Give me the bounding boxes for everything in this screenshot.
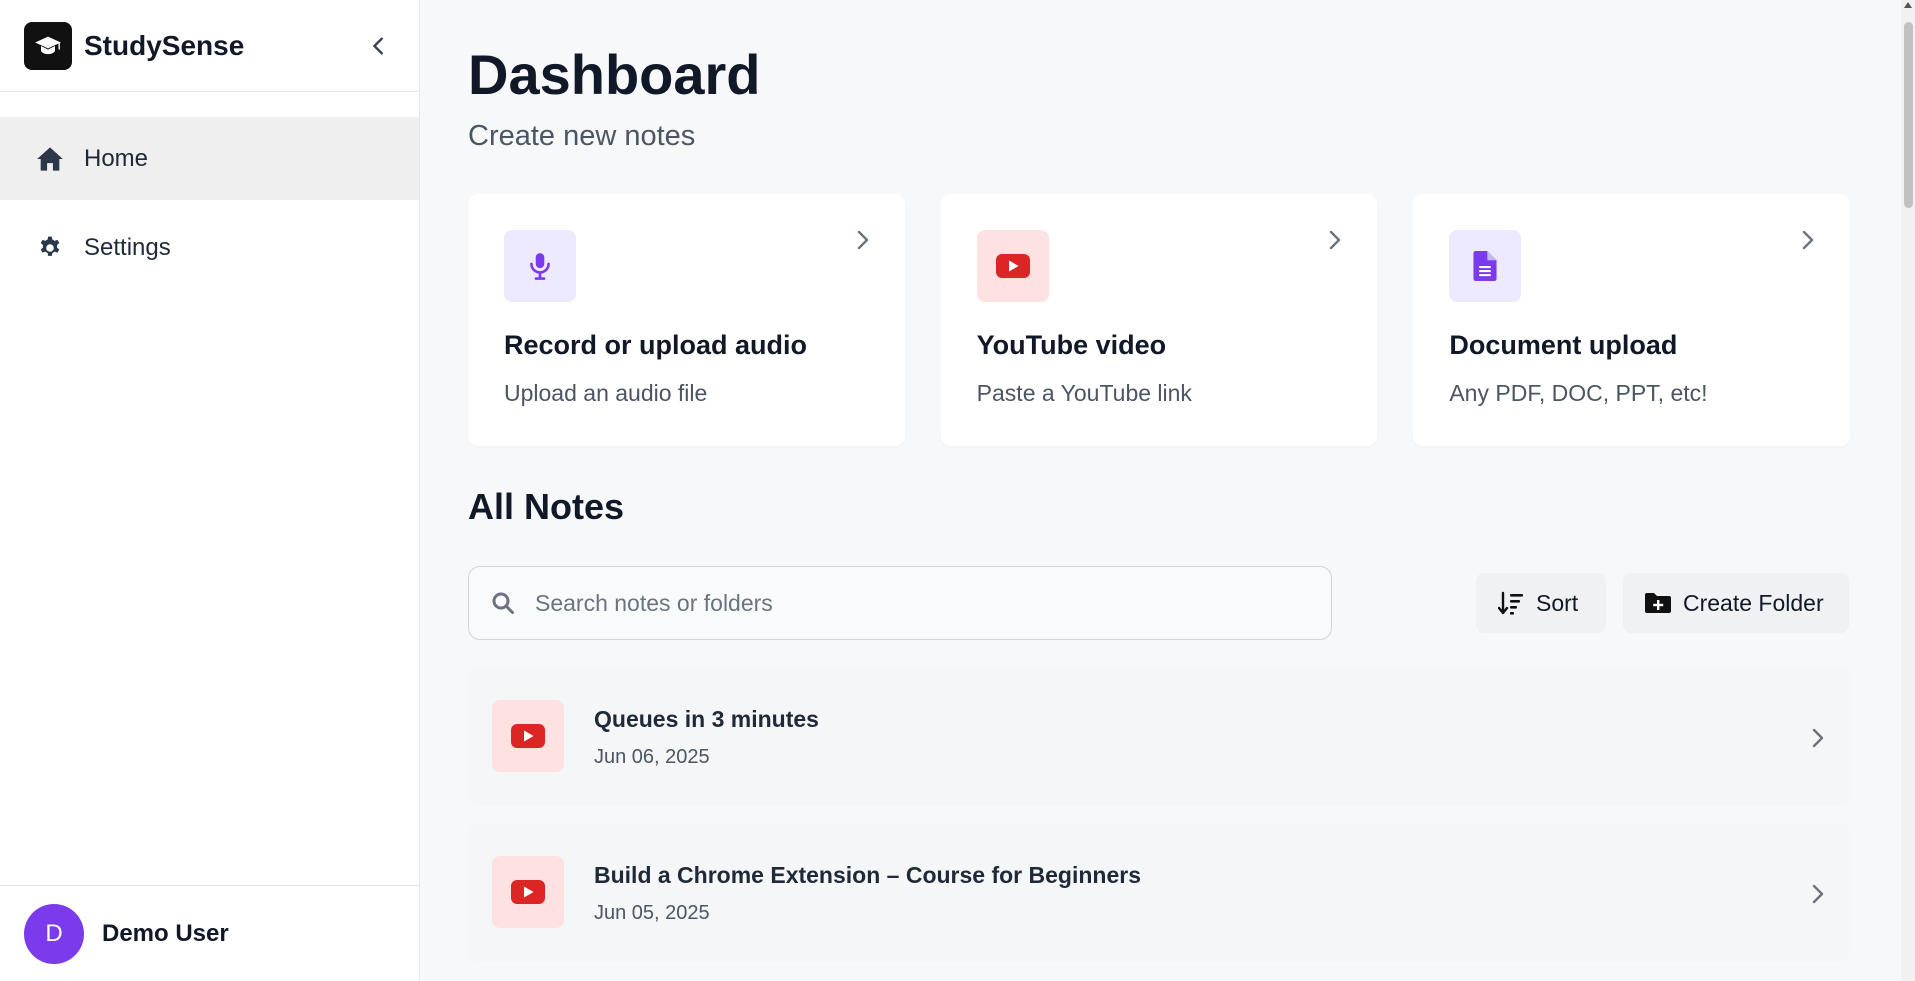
create-note-cards: Record or upload audio Upload an audio f… bbox=[468, 194, 1851, 446]
scroll-up-arrow-icon[interactable] bbox=[1904, 2, 1912, 8]
youtube-icon bbox=[492, 700, 564, 772]
note-date: Jun 05, 2025 bbox=[594, 902, 710, 924]
note-date: Jun 06, 2025 bbox=[594, 746, 710, 768]
create-folder-label: Create Folder bbox=[1683, 589, 1824, 616]
microphone-icon bbox=[504, 230, 576, 302]
app-name[interactable]: StudySense bbox=[84, 30, 244, 62]
list-item[interactable]: Build a Chrome Extension – Course for Be… bbox=[468, 824, 1850, 962]
sidebar: StudySense Home Settings D Demo User bbox=[0, 0, 420, 981]
sort-label: Sort bbox=[1536, 589, 1579, 616]
document-upload-card[interactable]: Document upload Any PDF, DOC, PPT, etc! bbox=[1413, 194, 1851, 446]
chevron-right-icon bbox=[1330, 230, 1341, 250]
sidebar-nav: Home Settings bbox=[0, 92, 419, 289]
youtube-video-card[interactable]: YouTube video Paste a YouTube link bbox=[940, 194, 1378, 446]
brand-header: StudySense bbox=[0, 0, 419, 92]
card-title: YouTube video bbox=[976, 330, 1167, 360]
chevron-right-icon bbox=[1812, 728, 1824, 748]
search-input[interactable] bbox=[535, 589, 1315, 617]
card-description: Any PDF, DOC, PPT, etc! bbox=[1449, 380, 1708, 406]
chevron-left-icon bbox=[373, 37, 383, 55]
user-profile[interactable]: D Demo User bbox=[0, 885, 419, 981]
folder-plus-icon bbox=[1645, 590, 1671, 616]
search-box bbox=[468, 566, 1332, 640]
card-title: Document upload bbox=[1449, 330, 1678, 360]
graduation-cap-icon[interactable] bbox=[24, 21, 72, 70]
notes-list: Queues in 3 minutes Jun 06, 2025 Build a… bbox=[468, 668, 1850, 980]
card-description: Upload an audio file bbox=[504, 380, 708, 406]
search-icon bbox=[492, 592, 514, 614]
chevron-right-icon bbox=[1802, 230, 1814, 250]
note-title: Queues in 3 minutes bbox=[594, 706, 819, 732]
sidebar-item-label: Settings bbox=[84, 233, 171, 261]
create-folder-button[interactable]: Create Folder bbox=[1623, 573, 1849, 633]
page-subtitle: Create new notes bbox=[468, 120, 696, 152]
sidebar-item-label: Home bbox=[84, 144, 149, 172]
chevron-right-icon bbox=[857, 230, 868, 250]
avatar: D bbox=[24, 903, 84, 964]
gear-icon bbox=[36, 234, 64, 262]
youtube-icon bbox=[492, 856, 564, 928]
card-title: Record or upload audio bbox=[504, 330, 808, 360]
sort-button[interactable]: Sort bbox=[1476, 573, 1606, 633]
chevron-right-icon bbox=[1812, 884, 1824, 904]
collapse-sidebar-button[interactable] bbox=[361, 28, 397, 64]
sort-icon bbox=[1498, 590, 1524, 616]
document-icon bbox=[1449, 230, 1522, 302]
home-icon bbox=[36, 145, 64, 173]
note-title: Build a Chrome Extension – Course for Be… bbox=[594, 862, 1141, 888]
scroll-thumb[interactable] bbox=[1904, 22, 1913, 208]
main-content: Dashboard Create new notes Record or upl… bbox=[421, 0, 1895, 981]
page-title: Dashboard bbox=[468, 43, 761, 106]
scrollbar[interactable] bbox=[1901, 0, 1915, 981]
youtube-icon bbox=[976, 230, 1049, 302]
list-item[interactable]: Queues in 3 minutes Jun 06, 2025 bbox=[468, 668, 1850, 806]
card-description: Paste a YouTube link bbox=[976, 380, 1192, 406]
section-title: All Notes bbox=[468, 486, 625, 527]
record-audio-card[interactable]: Record or upload audio Upload an audio f… bbox=[468, 194, 905, 446]
sidebar-item-home[interactable]: Home bbox=[0, 117, 419, 200]
sidebar-item-settings[interactable]: Settings bbox=[0, 206, 419, 289]
user-name: Demo User bbox=[102, 919, 229, 947]
